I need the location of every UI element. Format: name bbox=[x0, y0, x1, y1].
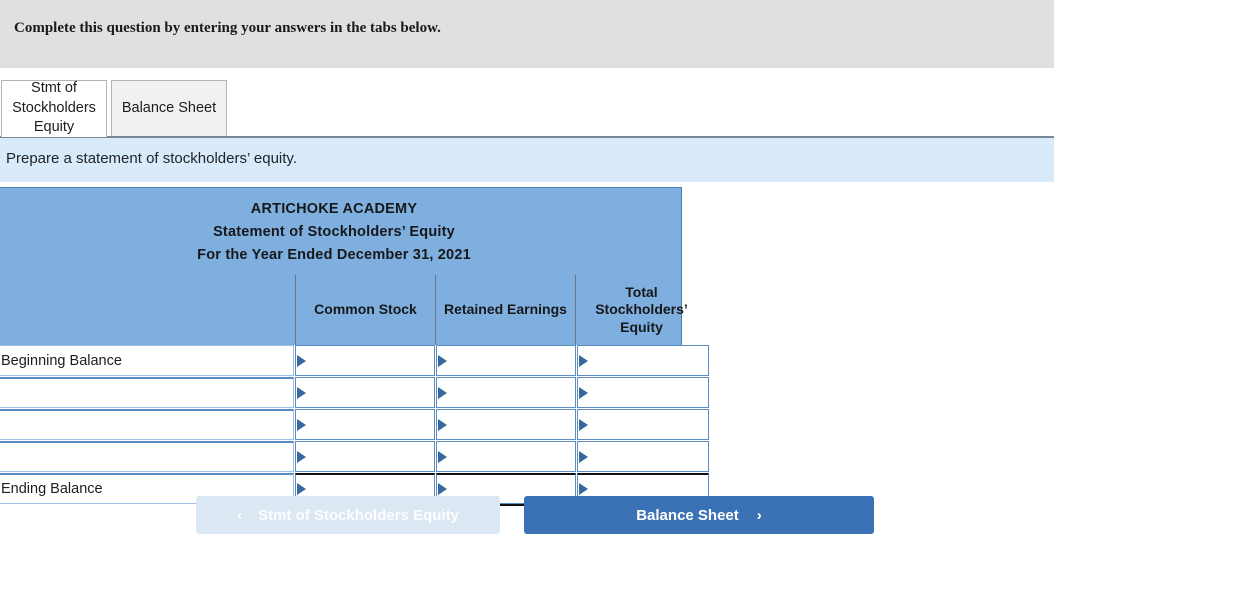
cell-common-stock[interactable] bbox=[295, 441, 435, 472]
company-name: ARTICHOKE ACADEMY bbox=[250, 201, 418, 217]
chevron-left-icon: ‹ bbox=[237, 506, 243, 524]
cell-total-equity[interactable] bbox=[577, 409, 709, 440]
cell-retained-earnings[interactable] bbox=[436, 441, 576, 472]
row-label-text: Beginning Balance bbox=[1, 352, 122, 369]
row-label-input[interactable]: Beginning Balance bbox=[0, 345, 294, 376]
statement-name: Statement of Stockholders’ Equity bbox=[213, 224, 455, 240]
question-instruction-text: Complete this question by entering your … bbox=[14, 20, 441, 36]
row-label-input[interactable] bbox=[0, 409, 294, 440]
cell-total-equity[interactable] bbox=[577, 345, 709, 376]
tab-stmt-of-stockholders-equity[interactable]: Stmt of Stockholders Equity bbox=[1, 80, 107, 137]
next-tab-button[interactable]: Balance Sheet › bbox=[524, 496, 874, 534]
column-header-retained-earnings: Retained Earnings bbox=[435, 275, 575, 345]
requirement-text: Prepare a statement of stockholders’ equ… bbox=[6, 150, 297, 167]
cell-retained-earnings[interactable] bbox=[436, 345, 576, 376]
cell-common-stock[interactable] bbox=[295, 345, 435, 376]
table-row: Beginning Balance bbox=[0, 345, 709, 376]
tab-stmt-of-stockholders-equity-label: Stmt of Stockholders Equity bbox=[12, 80, 96, 136]
cell-common-stock[interactable] bbox=[295, 409, 435, 440]
table-row bbox=[0, 441, 709, 472]
cell-common-stock[interactable] bbox=[295, 377, 435, 408]
worksheet-rows: Beginning Balance Ending Balance bbox=[0, 345, 709, 506]
next-tab-button-label: Balance Sheet bbox=[636, 506, 739, 524]
column-header-total-stockholders-equity: Total Stockholders’ Equity bbox=[575, 275, 707, 345]
column-header-row: Common Stock Retained Earnings Total Sto… bbox=[0, 275, 688, 345]
tab-balance-sheet-label: Balance Sheet bbox=[121, 99, 217, 116]
question-instruction-bar: Complete this question by entering your … bbox=[0, 0, 1054, 68]
cell-total-equity[interactable] bbox=[577, 377, 709, 408]
prev-tab-button-label: Stmt of Stockholders Equity bbox=[258, 506, 459, 524]
cell-total-equity[interactable] bbox=[577, 441, 709, 472]
prev-tab-button[interactable]: ‹ Stmt of Stockholders Equity bbox=[196, 496, 500, 534]
column-header-blank bbox=[0, 275, 295, 345]
table-row bbox=[0, 409, 709, 440]
row-label-input[interactable] bbox=[0, 441, 294, 472]
row-label-input[interactable] bbox=[0, 377, 294, 408]
chevron-right-icon: › bbox=[756, 506, 762, 524]
column-header-common-stock: Common Stock bbox=[295, 275, 435, 345]
tab-balance-sheet[interactable]: Balance Sheet bbox=[111, 80, 227, 137]
requirement-bar: Prepare a statement of stockholders’ equ… bbox=[0, 138, 1054, 182]
worksheet-header: ARTICHOKE ACADEMY Statement of Stockhold… bbox=[0, 187, 688, 345]
worksheet-page: Complete this question by entering your … bbox=[0, 0, 1235, 601]
tab-strip: Stmt of Stockholders Equity Balance Shee… bbox=[0, 80, 1054, 137]
cell-retained-earnings[interactable] bbox=[436, 377, 576, 408]
table-row bbox=[0, 377, 709, 408]
cell-retained-earnings[interactable] bbox=[436, 409, 576, 440]
statement-period: For the Year Ended December 31, 2021 bbox=[197, 247, 471, 263]
row-label-text: Ending Balance bbox=[1, 481, 103, 497]
statement-worksheet: ARTICHOKE ACADEMY Statement of Stockhold… bbox=[0, 187, 709, 506]
